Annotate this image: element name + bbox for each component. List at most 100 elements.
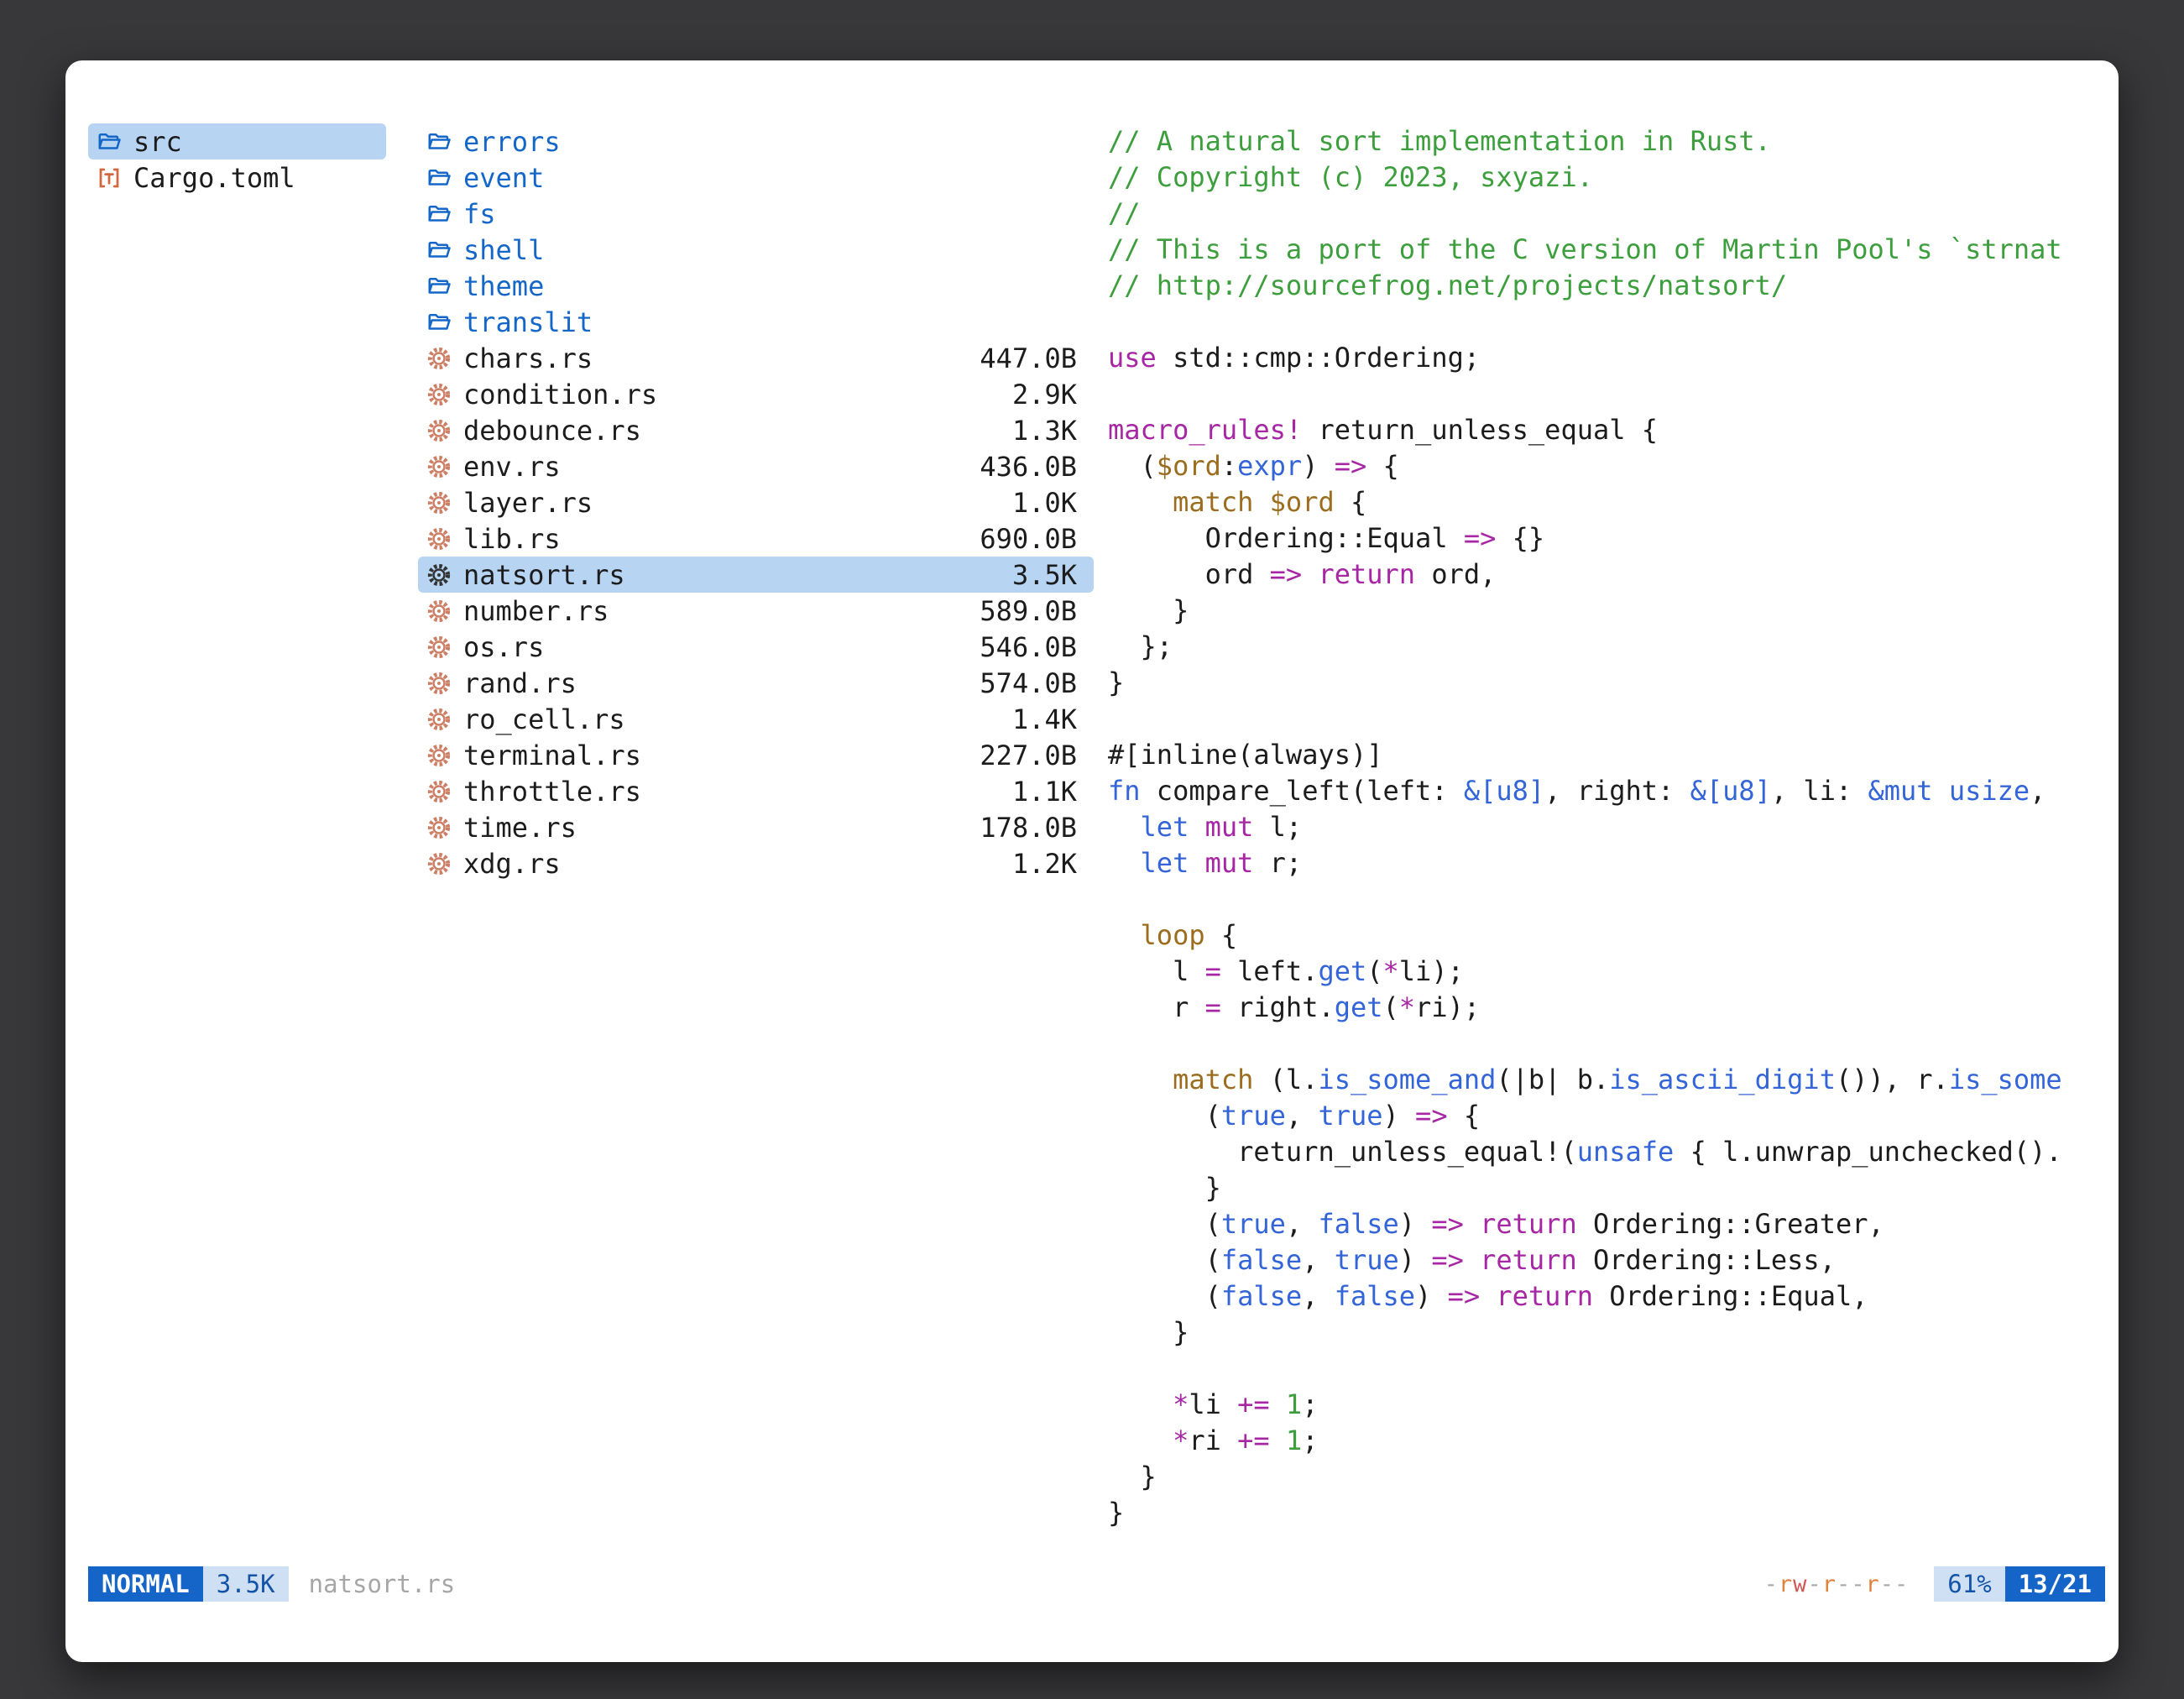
rust-file-icon xyxy=(426,380,455,409)
code-line: } xyxy=(1108,1495,2093,1531)
code-line: *ri += 1; xyxy=(1108,1423,2093,1459)
dir-row[interactable]: translit xyxy=(418,304,1094,340)
file-row[interactable]: condition.rs2.9K xyxy=(418,376,1094,412)
dir-row[interactable]: theme xyxy=(418,268,1094,304)
code-line: *li += 1; xyxy=(1108,1387,2093,1423)
file-name: rand.rs xyxy=(463,667,969,699)
file-name: errors xyxy=(463,126,1067,158)
folder-icon xyxy=(426,164,455,192)
rust-file-icon xyxy=(426,669,455,698)
status-right: -rw-r--r-- 61% 13/21 xyxy=(1764,1566,2105,1602)
code-line: ($ord:expr) => { xyxy=(1108,448,2093,484)
code-line xyxy=(1108,1026,2093,1062)
mode-indicator: NORMAL xyxy=(88,1566,203,1602)
folder-icon xyxy=(97,128,125,156)
file-name: shell xyxy=(463,234,1067,266)
dir-row[interactable]: fs xyxy=(418,196,1094,232)
file-name: condition.rs xyxy=(463,379,1002,410)
rust-file-icon xyxy=(426,452,455,481)
file-name: Cargo.toml xyxy=(133,162,359,194)
file-manager-window: src Cargo.toml errorseventfs shell themetra… xyxy=(65,60,2119,1662)
file-name: number.rs xyxy=(463,595,969,627)
dir-row[interactable]: errors xyxy=(418,123,1094,159)
current-pane: errorseventfs shell themetranslitchars.rs4… xyxy=(418,123,1094,1536)
dir-row[interactable]: event xyxy=(418,159,1094,196)
dir-row[interactable]: shell xyxy=(418,232,1094,268)
file-name: os.rs xyxy=(463,631,969,663)
code-line: ord => return ord, xyxy=(1108,557,2093,593)
code-line: (false, true) => return Ordering::Less, xyxy=(1108,1242,2093,1278)
file-name: lib.rs xyxy=(463,523,969,555)
file-row[interactable]: xdg.rs1.2K xyxy=(418,845,1094,881)
file-size: 436.0B xyxy=(980,451,1077,483)
file-size: 589.0B xyxy=(980,595,1077,627)
code-line xyxy=(1108,376,2093,412)
file-name: debounce.rs xyxy=(463,415,1002,447)
file-size: 1.4K xyxy=(1012,703,1077,735)
file-row[interactable]: rand.rs574.0B xyxy=(418,665,1094,701)
rust-file-icon xyxy=(426,741,455,770)
file-row[interactable]: time.rs178.0B xyxy=(418,809,1094,845)
rust-file-icon xyxy=(426,525,455,553)
code-line xyxy=(1108,701,2093,737)
file-row[interactable]: lib.rs690.0B xyxy=(418,520,1094,557)
file-row[interactable]: natsort.rs 3.5K xyxy=(418,557,1094,593)
code-line: // http://sourcefrog.net/projects/natsor… xyxy=(1108,268,2093,304)
file-name: layer.rs xyxy=(463,487,1002,519)
file-size: 227.0B xyxy=(980,740,1077,771)
file-row[interactable]: terminal.rs227.0B xyxy=(418,737,1094,773)
file-size: 3.5K xyxy=(1012,559,1077,591)
code-line: } xyxy=(1108,665,2093,701)
code-line: } xyxy=(1108,1170,2093,1206)
code-line: l = left.get(*li); xyxy=(1108,954,2093,990)
file-row[interactable]: src xyxy=(88,123,386,159)
rust-file-icon xyxy=(426,633,455,661)
file-row[interactable]: env.rs 436.0B xyxy=(418,448,1094,484)
toml-file-icon xyxy=(97,164,125,192)
file-size: 546.0B xyxy=(980,631,1077,663)
code-line: let mut l; xyxy=(1108,809,2093,845)
code-line: #[inline(always)] xyxy=(1108,737,2093,773)
code-line: loop { xyxy=(1108,917,2093,954)
file-size: 178.0B xyxy=(980,812,1077,844)
code-line: // xyxy=(1108,196,2093,232)
code-line: macro_rules! return_unless_equal { xyxy=(1108,412,2093,448)
file-name: theme xyxy=(463,270,1067,302)
file-name: natsort.rs xyxy=(463,559,1002,591)
code-line: (true, true) => { xyxy=(1108,1098,2093,1134)
status-filename: natsort.rs xyxy=(309,1570,456,1598)
file-size: 1.1K xyxy=(1012,776,1077,808)
file-name: env.rs xyxy=(463,451,969,483)
parent-pane: src Cargo.toml xyxy=(88,123,386,1536)
rust-file-icon xyxy=(426,813,455,842)
file-name: fs xyxy=(463,198,1067,230)
code-line: fn compare_left(left: &[u8], right: &[u8… xyxy=(1108,773,2093,809)
panes-container: src Cargo.toml errorseventfs shell themetra… xyxy=(88,123,2093,1536)
file-row[interactable]: throttle.rs 1.1K xyxy=(418,773,1094,809)
code-line: Ordering::Equal => {} xyxy=(1108,520,2093,557)
code-line: }; xyxy=(1108,629,2093,665)
code-line: r = right.get(*ri); xyxy=(1108,990,2093,1026)
code-line: // This is a port of the C version of Ma… xyxy=(1108,232,2093,268)
rust-file-icon xyxy=(426,416,455,445)
file-row[interactable]: chars.rs447.0B xyxy=(418,340,1094,376)
code-line xyxy=(1108,304,2093,340)
file-row[interactable]: number.rs 589.0B xyxy=(418,593,1094,629)
code-line: (true, false) => return Ordering::Greate… xyxy=(1108,1206,2093,1242)
file-size-indicator: 3.5K xyxy=(203,1566,289,1602)
code-line: (false, false) => return Ordering::Equal… xyxy=(1108,1278,2093,1315)
rust-file-icon xyxy=(426,489,455,517)
folder-icon xyxy=(426,308,455,337)
file-size: 1.0K xyxy=(1012,487,1077,519)
file-row[interactable]: layer.rs 1.0K xyxy=(418,484,1094,520)
file-name: throttle.rs xyxy=(463,776,1002,808)
file-row[interactable]: ro_cell.rs1.4K xyxy=(418,701,1094,737)
file-name: src xyxy=(133,126,359,158)
code-line: // Copyright (c) 2023, sxyazi. xyxy=(1108,159,2093,196)
file-row[interactable]: debounce.rs1.3K xyxy=(418,412,1094,448)
status-left: NORMAL 3.5K natsort.rs xyxy=(88,1566,455,1602)
rust-file-icon xyxy=(426,850,455,878)
file-row[interactable]: Cargo.toml xyxy=(88,159,386,196)
code-line: match (l.is_some_and(|b| b.is_ascii_digi… xyxy=(1108,1062,2093,1098)
file-row[interactable]: os.rs 546.0B xyxy=(418,629,1094,665)
